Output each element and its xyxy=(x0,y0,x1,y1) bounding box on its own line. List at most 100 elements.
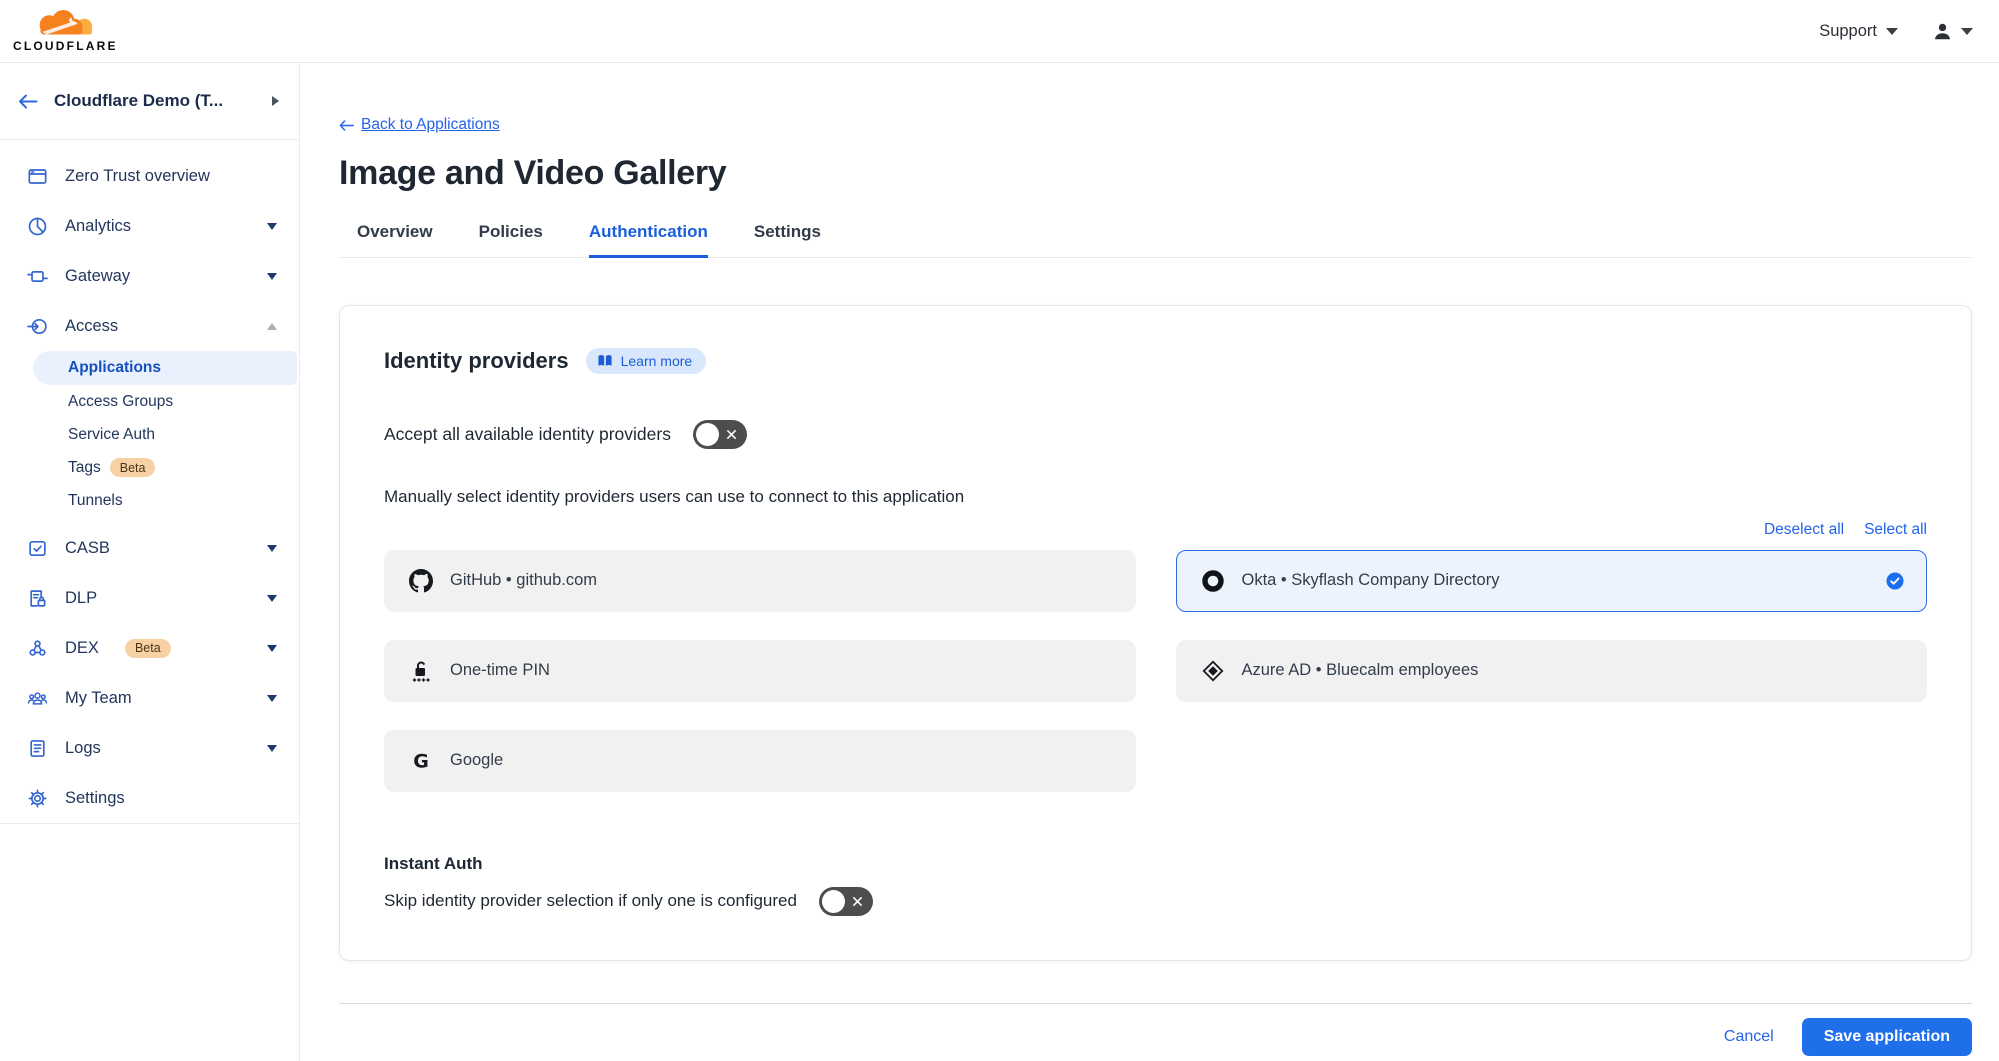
sidebar-item-gateway[interactable]: Gateway xyxy=(0,251,299,301)
sidebar-item-logs[interactable]: Logs xyxy=(0,723,299,773)
sidebar-item-my-team[interactable]: My Team xyxy=(0,673,299,723)
okta-icon xyxy=(1201,569,1225,593)
sidebar: Cloudflare Demo (T... Zero Trust overvie… xyxy=(0,63,300,1061)
provider-tile-okta[interactable]: Okta • Skyflash Company Directory xyxy=(1176,550,1928,612)
sidebar-item-label: DEX xyxy=(65,639,99,658)
learn-more-badge[interactable]: Learn more xyxy=(586,348,707,374)
document-lock-icon xyxy=(27,588,48,609)
sidebar-subitem-label: Applications xyxy=(68,359,161,377)
chevron-down-icon xyxy=(267,595,277,602)
tab-policies[interactable]: Policies xyxy=(479,222,543,258)
sidebar-item-access-groups[interactable]: Access Groups xyxy=(0,385,299,418)
cloudflare-cloud-icon xyxy=(29,10,101,38)
manual-select-text: Manually select identity providers users… xyxy=(384,487,1927,507)
top-bar: CLOUDFLARE Support xyxy=(0,0,1999,63)
provider-name: Azure AD • Bluecalm employees xyxy=(1242,661,1479,680)
provider-name: One-time PIN xyxy=(450,661,550,680)
back-arrow-icon xyxy=(18,93,38,110)
sidebar-item-casb[interactable]: CASB xyxy=(0,523,299,573)
selected-check-icon xyxy=(1886,572,1904,590)
chevron-up-icon xyxy=(267,323,277,330)
sidebar-item-settings[interactable]: Settings xyxy=(0,773,299,823)
provider-name: GitHub • github.com xyxy=(450,571,597,590)
beta-badge: Beta xyxy=(110,458,156,477)
toggle-knob xyxy=(696,423,719,446)
sidebar-item-access[interactable]: Access xyxy=(0,301,299,351)
support-menu[interactable]: Support xyxy=(1819,22,1898,41)
sidebar-item-label: Gateway xyxy=(65,267,130,286)
provider-tile-one-time-pin[interactable]: One-time PIN xyxy=(384,640,1136,702)
sidebar-item-label: Access xyxy=(65,317,118,336)
sidebar-item-label: My Team xyxy=(65,689,132,708)
toggle-off-x-icon xyxy=(852,896,863,907)
card-heading: Identity providers xyxy=(384,348,569,374)
user-menu[interactable] xyxy=(1932,21,1973,42)
beta-badge: Beta xyxy=(125,639,171,658)
select-all-link[interactable]: Select all xyxy=(1864,521,1927,539)
sidebar-item-dex[interactable]: DEX Beta xyxy=(0,623,299,673)
chevron-down-icon xyxy=(267,223,277,230)
chevron-down-icon xyxy=(1961,28,1973,35)
azure-ad-icon xyxy=(1201,659,1225,683)
sidebar-item-tunnels[interactable]: Tunnels xyxy=(0,484,299,517)
save-application-button[interactable]: Save application xyxy=(1802,1018,1972,1056)
sidebar-subitem-label: Access Groups xyxy=(68,393,173,411)
provider-name: Google xyxy=(450,751,503,770)
tab-authentication[interactable]: Authentication xyxy=(589,222,708,258)
sidebar-item-applications[interactable]: Applications xyxy=(33,351,297,385)
sidebar-subitem-label: Tunnels xyxy=(68,492,123,510)
footer-divider xyxy=(339,1003,1972,1004)
chevron-right-icon xyxy=(272,96,279,106)
cancel-button[interactable]: Cancel xyxy=(1724,1028,1774,1046)
toggle-off-x-icon xyxy=(726,429,737,440)
one-time-pin-icon xyxy=(409,659,433,683)
cloudflare-wordmark: CLOUDFLARE xyxy=(13,39,118,53)
accept-toggle-label: Accept all available identity providers xyxy=(384,424,671,445)
chevron-down-icon xyxy=(267,695,277,702)
sidebar-divider xyxy=(0,823,299,824)
tab-settings[interactable]: Settings xyxy=(754,222,821,258)
instant-auth-toggle[interactable] xyxy=(819,887,873,916)
back-link-label: Back to Applications xyxy=(361,116,500,134)
google-icon: G xyxy=(409,749,433,773)
chevron-down-icon xyxy=(267,545,277,552)
provider-tile-azure-ad[interactable]: Azure AD • Bluecalm employees xyxy=(1176,640,1928,702)
sidebar-item-label: Settings xyxy=(65,789,125,808)
account-switcher[interactable]: Cloudflare Demo (T... xyxy=(0,63,299,140)
sidebar-item-service-auth[interactable]: Service Auth xyxy=(0,418,299,451)
github-icon xyxy=(409,569,433,593)
sidebar-subitem-label: Tags xyxy=(68,459,101,477)
sidebar-item-tags[interactable]: Tags Beta xyxy=(0,451,299,484)
chevron-down-icon xyxy=(1886,28,1898,35)
chevron-down-icon xyxy=(267,645,277,652)
tab-overview[interactable]: Overview xyxy=(357,222,433,258)
book-icon xyxy=(597,354,613,368)
learn-more-label: Learn more xyxy=(621,353,693,369)
accept-all-toggle[interactable] xyxy=(693,420,747,449)
back-arrow-icon xyxy=(339,119,354,132)
provider-tile-github[interactable]: GitHub • github.com xyxy=(384,550,1136,612)
sidebar-item-label: Analytics xyxy=(65,217,131,236)
user-avatar-icon xyxy=(1932,21,1953,42)
identity-providers-card: Identity providers Learn more Accept all… xyxy=(339,305,1972,961)
sidebar-item-label: Zero Trust overview xyxy=(65,167,210,186)
chevron-down-icon xyxy=(267,273,277,280)
browser-window-icon xyxy=(27,166,48,187)
provider-tile-google[interactable]: G Google xyxy=(384,730,1136,792)
sidebar-item-dlp[interactable]: DLP xyxy=(0,573,299,623)
skip-toggle-label: Skip identity provider selection if only… xyxy=(384,891,797,911)
footer-actions: Cancel Save application xyxy=(339,1018,1972,1056)
support-label: Support xyxy=(1819,22,1877,41)
chevron-down-icon xyxy=(267,745,277,752)
sidebar-item-label: Logs xyxy=(65,739,101,758)
svg-text:G: G xyxy=(413,750,429,772)
cloudflare-logo[interactable]: CLOUDFLARE xyxy=(13,10,118,53)
sidebar-item-analytics[interactable]: Analytics xyxy=(0,201,299,251)
instant-auth-heading: Instant Auth xyxy=(384,854,1927,874)
tab-bar: Overview Policies Authentication Setting… xyxy=(339,222,1972,258)
back-to-applications-link[interactable]: Back to Applications xyxy=(339,116,500,134)
gear-icon xyxy=(27,788,48,809)
deselect-all-link[interactable]: Deselect all xyxy=(1764,521,1844,539)
sidebar-item-zero-trust-overview[interactable]: Zero Trust overview xyxy=(0,151,299,201)
toggle-knob xyxy=(822,890,845,913)
